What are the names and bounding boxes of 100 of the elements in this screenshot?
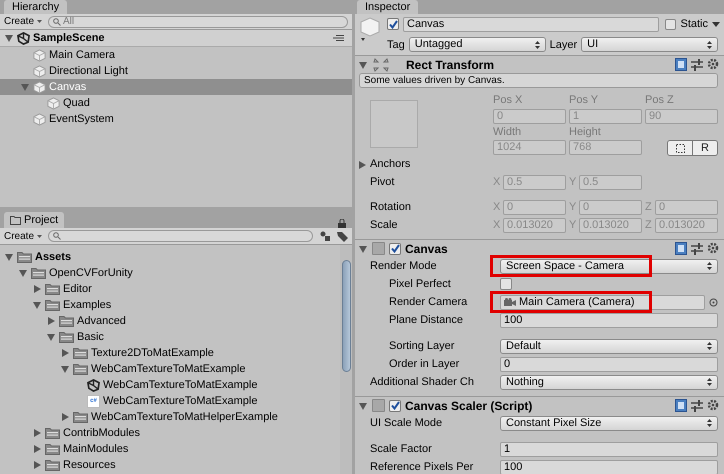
axis-label: X [493,200,501,215]
collapsed-arrow-icon[interactable] [358,160,366,168]
inspector-tab[interactable]: Inspector [357,0,418,14]
anchors-foldout[interactable]: Anchors [370,156,410,173]
up-down-arrows-icon [707,378,712,386]
item-label: WebCamTextureToMatHelperExample [91,410,278,425]
collapsed-arrow-icon[interactable] [61,413,69,421]
value-field[interactable]: 100 [500,460,718,474]
value-field[interactable]: 0 [500,356,718,372]
caret-icon [37,234,42,238]
component-header[interactable]: Canvas Scaler (Script) [355,396,724,414]
expanded-arrow-icon[interactable] [359,60,367,68]
value-field[interactable]: 1 [500,442,718,456]
project-item[interactable]: Editor [0,281,340,297]
folder-icon [73,347,88,359]
expanded-arrow-icon[interactable] [5,34,13,42]
name-field[interactable]: Canvas [403,16,660,32]
hierarchy-tab[interactable]: Hierarchy [4,0,68,14]
project-item[interactable]: Advanced [0,313,340,329]
caret-icon[interactable] [712,22,720,27]
hierarchy-item[interactable]: EventSystem [0,111,352,127]
component-header[interactable]: Canvas [355,239,724,257]
expanded-arrow-icon[interactable] [33,301,41,309]
check-icon [388,20,398,29]
item-label: Quad [63,96,90,111]
layer-label: Layer [550,38,578,52]
collapsed-arrow-icon[interactable] [47,317,55,325]
gear-icon[interactable] [707,58,720,71]
create-button[interactable]: Create [4,14,42,29]
unity-logo-icon [17,32,30,44]
project-item[interactable]: Resources [0,457,340,473]
create-button[interactable]: Create [4,228,42,244]
project-item[interactable]: Assets [0,249,340,265]
target-icon[interactable] [709,298,718,306]
project-tab[interactable]: Project [4,212,64,228]
project-item[interactable]: WebCamTextureToMatExample [0,377,340,393]
dropdown[interactable]: Nothing [500,374,718,390]
gear-icon[interactable] [707,399,720,412]
project-item[interactable]: Examples [0,297,340,313]
raw-edit-button[interactable]: R [693,140,718,156]
object-field[interactable]: Main Camera (Camera) [500,294,705,310]
axis-label: Y [569,174,577,190]
dropdown[interactable]: Screen Space - Camera [500,258,718,274]
sliders-icon[interactable] [691,400,703,412]
component-icon [372,242,385,255]
lock-icon[interactable] [338,219,346,228]
project-item[interactable]: ContribModules [0,425,340,441]
search-field[interactable] [48,230,313,242]
layer-dropdown[interactable]: UI [581,37,718,52]
cube-icon [33,48,46,62]
expanded-arrow-icon[interactable] [359,244,367,252]
expanded-arrow-icon[interactable] [47,333,55,341]
enable-checkbox[interactable] [389,400,401,412]
collapsed-arrow-icon[interactable] [33,285,41,293]
cube-icon [47,96,60,110]
folder-icon [59,315,74,327]
project-item[interactable]: WebCamTextureToMatExample [0,361,340,377]
project-item[interactable]: MainModules [0,441,340,457]
project-item[interactable]: Basic [0,329,340,345]
search-icon [53,232,62,240]
sliders-icon[interactable] [691,58,703,70]
project-item[interactable]: Texture2DToMatExample [0,345,340,361]
project-item[interactable]: OpenCVForUnity [0,265,340,281]
scene-header[interactable]: SampleScene [0,30,352,47]
unity-logo-icon [87,378,100,392]
expanded-arrow-icon[interactable] [21,83,29,91]
filter-by-type-icon[interactable] [319,231,331,241]
collapsed-arrow-icon[interactable] [61,349,69,357]
property-label: Scale Factor [370,442,433,457]
dropdown[interactable]: Default [500,338,718,354]
dropdown[interactable]: Constant Pixel Size [500,416,718,430]
hierarchy-item[interactable]: Directional Light [0,63,352,79]
field-caption: Pos Z [645,93,675,108]
expanded-arrow-icon[interactable] [61,365,69,373]
checkbox[interactable] [500,278,512,290]
blueprint-button[interactable] [667,140,693,156]
field-caption: Pos Y [569,93,600,108]
value-field[interactable]: 100 [500,312,718,328]
up-down-arrows-icon [707,419,712,427]
menu-icon[interactable] [333,35,344,41]
tag-dropdown[interactable]: Untagged [408,37,546,52]
folder-icon [45,427,60,439]
tag-icon[interactable] [337,230,348,242]
item-label: Editor [63,282,92,297]
scrollbar[interactable] [340,245,352,474]
field-caption: Pos X [493,93,524,108]
expanded-arrow-icon[interactable] [359,402,367,410]
component-title: Canvas Scaler (Script) [405,398,532,414]
hierarchy-item[interactable]: Main Camera [0,47,352,63]
project-item[interactable]: WebCamTextureToMatHelperExample [0,409,340,425]
folder-icon [59,331,74,343]
active-checkbox[interactable] [387,18,399,30]
property-label: Pixel Perfect [388,276,452,292]
sliders-icon[interactable] [691,242,703,254]
gear-icon[interactable] [707,242,720,255]
enable-checkbox[interactable] [389,242,401,254]
rect-transform-icon [372,58,390,72]
hierarchy-item[interactable]: Quad [0,95,352,111]
axis-label: Y [569,218,577,233]
static-checkbox[interactable] [665,18,676,30]
